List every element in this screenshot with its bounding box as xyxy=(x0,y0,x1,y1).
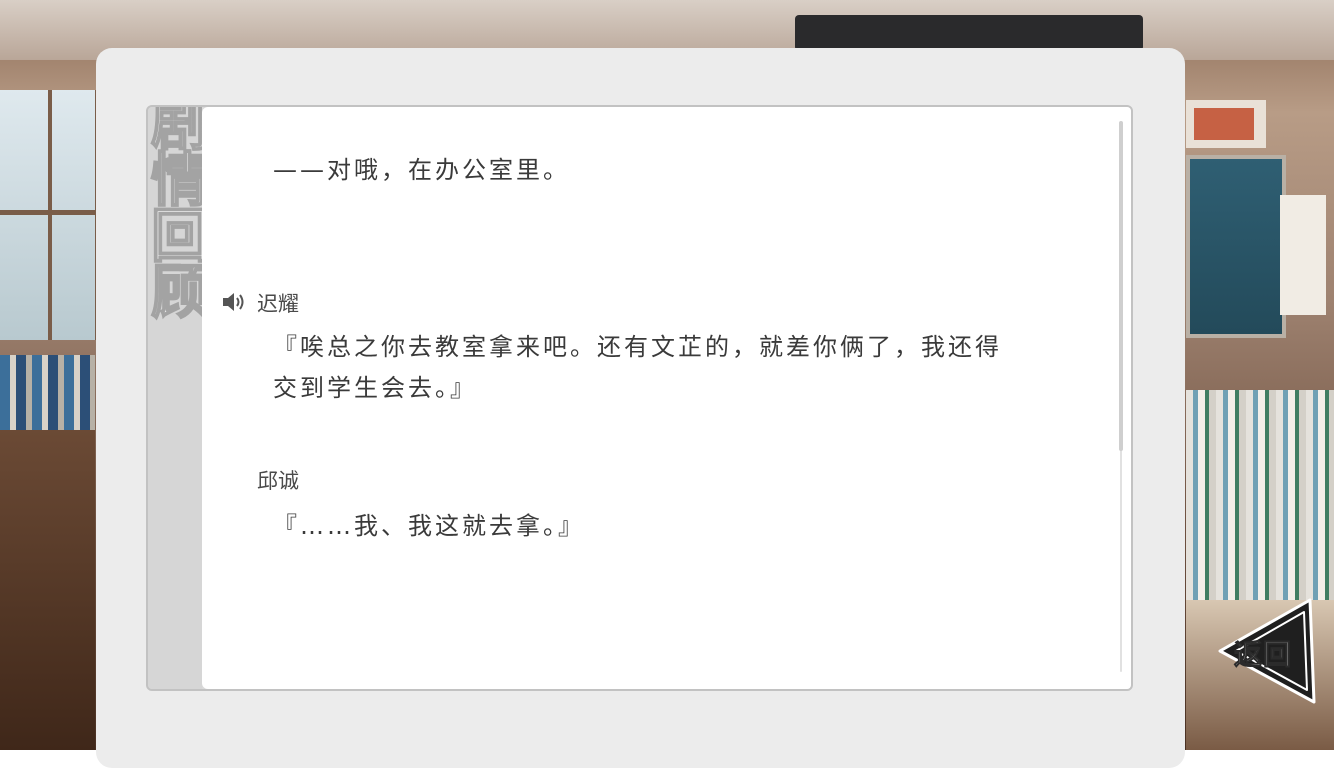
speaker-name: 邱诚 xyxy=(257,469,299,493)
classroom-window xyxy=(0,90,101,340)
backlog-scrollbar[interactable] xyxy=(1117,121,1125,672)
ceiling-speaker xyxy=(795,15,1143,51)
bookshelf xyxy=(0,430,95,750)
scrollbar-thumb[interactable] xyxy=(1119,121,1123,451)
dialogue-line: 『唉总之你去教室拿来吧。还有文芷的，就差你俩了，我还得 xyxy=(273,333,1002,361)
dialogue-line: 『……我、我这就去拿。』 xyxy=(273,512,585,540)
dialogue-line: ——对哦，在办公室里。 xyxy=(273,156,570,184)
bookshelf-books xyxy=(0,355,95,430)
notice-board xyxy=(1280,195,1326,315)
speaker-name: 迟耀 xyxy=(257,292,299,316)
speaker-icon[interactable] xyxy=(221,290,247,314)
wall-banner xyxy=(1186,100,1266,148)
dialogue-line: 交到学生会去。』 xyxy=(273,374,477,402)
blackboard xyxy=(1186,155,1286,338)
back-button-label[interactable]: 返回 xyxy=(1233,633,1292,673)
backlog-title-strip: 剧情回顾 xyxy=(148,107,202,689)
backlog-title: 剧情回顾 xyxy=(148,107,202,318)
desk-books xyxy=(1186,390,1334,600)
